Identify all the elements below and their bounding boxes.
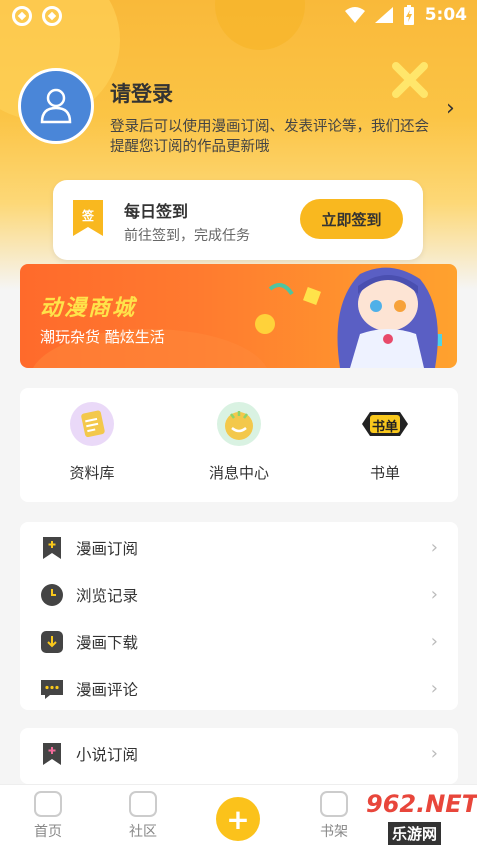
mall-banner[interactable]: 动漫商城 潮玩杂货 酷炫生活 (20, 264, 457, 368)
create-plus-button[interactable]: + (216, 797, 260, 841)
tab-home[interactable]: 首页 (18, 791, 78, 841)
download-icon (41, 630, 63, 653)
chevron-right-icon: › (430, 678, 438, 699)
chevron-right-icon: › (430, 584, 438, 605)
tab-bookshelf[interactable]: 书架 (304, 791, 364, 841)
login-title[interactable]: 请登录 (110, 78, 173, 108)
chevron-right-icon: › (430, 631, 438, 652)
community-icon (129, 791, 157, 817)
list-item-novel-subscription[interactable]: 小说订阅 › (20, 730, 458, 777)
decor-cross-icon (392, 62, 428, 98)
notification-icon (12, 6, 32, 26)
book-list-icon: 书单 (362, 402, 408, 446)
user-icon (40, 88, 72, 124)
signin-subtitle: 前往签到，完成任务 (124, 228, 250, 244)
login-description: 登录后可以使用漫画订阅、发表评论等，我们还会提醒您订阅的作品更新哦 (110, 119, 429, 155)
site-watermark: 962.NET 乐游网 (366, 790, 477, 845)
chevron-right-icon: › (430, 743, 438, 764)
signal-icon (374, 7, 393, 23)
grid-item-book-list[interactable]: 书单 书单 (325, 402, 445, 483)
notification-icon (42, 6, 62, 26)
comic-menu-list: 漫画订阅 › 浏览记录 › 漫画下载 › 漫画评论 › (20, 522, 458, 710)
banner-title: 动漫商城 (40, 296, 137, 321)
signin-badge-icon: 签 (73, 200, 103, 236)
comment-icon (41, 679, 63, 699)
clock-icon (41, 583, 63, 606)
list-item-comic-comments[interactable]: 漫画评论 › (20, 665, 458, 712)
bookmark-plus-icon (43, 536, 61, 559)
grid-item-message-center[interactable]: 消息中心 (179, 402, 299, 483)
list-item-comic-download[interactable]: 漫画下载 › (20, 618, 458, 665)
list-item-comic-subscription[interactable]: 漫画订阅 › (20, 524, 458, 571)
banner-subtitle: 潮玩杂货 酷炫生活 (40, 328, 165, 346)
tab-community[interactable]: 社区 (113, 791, 173, 841)
battery-icon (403, 5, 414, 25)
wifi-icon (344, 7, 365, 23)
avatar[interactable] (18, 68, 94, 144)
daily-signin-card: 签 每日签到 前往签到，完成任务 立即签到 (53, 180, 423, 260)
novel-menu-list: 小说订阅 › (20, 728, 458, 784)
signin-title: 每日签到 (124, 202, 189, 221)
list-item-browse-history[interactable]: 浏览记录 › (20, 571, 458, 618)
chevron-right-icon[interactable]: › (446, 96, 455, 121)
signin-button[interactable]: 立即签到 (300, 199, 403, 239)
library-icon (70, 402, 114, 446)
home-icon (34, 791, 62, 817)
status-bar: 5:04 (0, 0, 477, 32)
status-time: 5:04 (424, 5, 467, 25)
grid-item-library[interactable]: 资料库 (32, 402, 152, 483)
anime-character-image (337, 267, 438, 368)
message-center-icon (217, 402, 261, 446)
novel-bookmark-icon (43, 742, 61, 765)
bookshelf-icon (320, 791, 348, 817)
chevron-right-icon: › (430, 537, 438, 558)
feature-grid: 资料库 消息中心 书单 书单 (20, 388, 458, 502)
